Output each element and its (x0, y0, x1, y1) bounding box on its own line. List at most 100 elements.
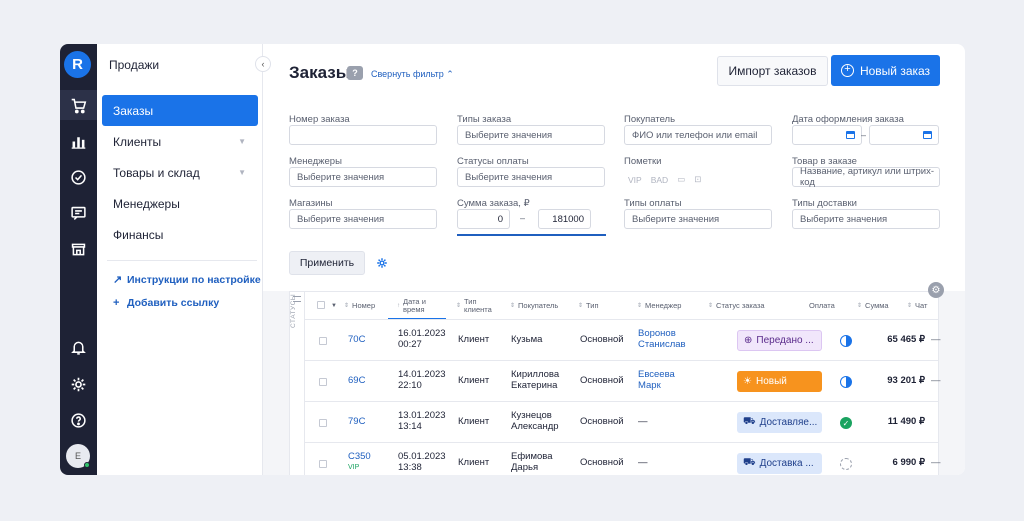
row-checkbox[interactable] (319, 460, 327, 468)
column-label: Оплата (809, 300, 835, 310)
column-date[interactable]: ↑ Дата и время (397, 292, 445, 319)
cart-icon[interactable] (60, 90, 97, 120)
column-type[interactable]: ⇕ Тип (578, 292, 599, 319)
manager-link[interactable]: Воронов Станислав (638, 328, 686, 350)
toggle-filter-link[interactable]: Свернуть фильтр ⌃ (371, 69, 454, 80)
sum-separator: – (520, 213, 526, 223)
new-order-button[interactable]: + Новый заказ (831, 55, 940, 86)
table-row[interactable]: 79C 13.01.2023 13:14 Клиент Кузнецов Алекс… (305, 401, 939, 442)
payment-partial-icon[interactable] (840, 376, 852, 388)
row-checkbox[interactable] (319, 337, 327, 345)
select-dropdown-icon[interactable]: ▼ (331, 292, 337, 319)
sort-icon: ↑ (397, 302, 400, 309)
sort-icon: ⇕ (456, 302, 462, 309)
payment-types-select[interactable]: Выберите значения (624, 209, 772, 229)
column-number[interactable]: ⇕ Номер (344, 292, 375, 319)
select-all-checkbox[interactable] (317, 301, 325, 309)
sum-min-input[interactable]: 0 (457, 209, 510, 229)
manager-empty: — (638, 457, 648, 468)
gear-icon[interactable] (60, 369, 97, 399)
order-number-link[interactable]: 69C (348, 375, 365, 386)
comment-mark-icon[interactable]: ▭ (677, 174, 685, 185)
help-icon[interactable]: ? (347, 66, 363, 80)
delivery-types-select[interactable]: Выберите значения (792, 209, 940, 229)
sidebar-item-orders[interactable]: Заказы (102, 95, 258, 126)
vip-mark-toggle[interactable]: VIP (628, 175, 642, 185)
column-sum[interactable]: ⇕ Сумма (857, 292, 889, 319)
table-settings-gear-icon[interactable]: ⚙ (928, 282, 944, 298)
help-icon[interactable] (60, 405, 97, 435)
payment-paid-icon[interactable]: ✓ (840, 417, 852, 429)
calendar-icon[interactable] (923, 131, 932, 139)
bell-icon[interactable] (60, 332, 97, 362)
order-number-link[interactable]: 70C (348, 334, 365, 345)
bad-mark-toggle[interactable]: BAD (651, 175, 668, 185)
chat-value: — (931, 457, 941, 468)
collapse-sidebar-button[interactable]: ‹ (255, 56, 271, 72)
row-checkbox[interactable] (319, 378, 327, 386)
stores-select[interactable]: Выберите значения (289, 209, 437, 229)
column-payment[interactable]: Оплата (809, 292, 835, 319)
sidebar-item-products[interactable]: Товары и склад ▼ (102, 157, 258, 188)
chart-icon[interactable] (60, 126, 97, 156)
order-type: Основной (580, 375, 624, 386)
column-label: Тип клиента (464, 296, 492, 314)
new-order-label: Новый заказ (859, 63, 931, 78)
sidebar-item-managers[interactable]: Менеджеры (102, 188, 258, 219)
payment-pending-icon[interactable] (840, 458, 852, 470)
apply-filter-button[interactable]: Применить (289, 251, 365, 275)
row-checkbox[interactable] (319, 419, 327, 427)
sum-range-slider[interactable] (457, 234, 606, 236)
sum-max-input[interactable]: 181000 (538, 209, 591, 229)
app-window: R E Продажи Заказы Клиенты ▼ Товары и ск… (60, 44, 965, 475)
sort-icon: ⇕ (578, 302, 584, 309)
manager-name: Станислав (638, 339, 686, 350)
order-types-select[interactable]: Выберите значения (457, 125, 605, 145)
check-circle-icon[interactable] (60, 162, 97, 192)
store-icon[interactable] (60, 234, 97, 264)
column-chat[interactable]: ⇕ Чат (907, 292, 927, 319)
column-status[interactable]: ⇕ Статус заказа (708, 292, 765, 319)
sidebar-item-label: Менеджеры (113, 196, 180, 211)
order-date: 13.01.2023 (398, 410, 446, 421)
link-label: Добавить ссылку (127, 297, 220, 309)
chat-icon[interactable] (60, 198, 97, 228)
customer-name: Ефимова Дарья (511, 451, 553, 473)
payment-partial-icon[interactable] (840, 335, 852, 347)
sort-icon: ⇕ (907, 302, 913, 309)
logo-icon[interactable]: R (64, 51, 91, 78)
box-mark-icon[interactable]: ⊡ (694, 174, 701, 185)
table-row[interactable]: 69C 14.01.2023 22:10 Клиент Кириллова Екат… (305, 360, 941, 401)
sidebar-item-clients[interactable]: Клиенты ▼ (102, 126, 258, 157)
table-row[interactable]: C350 VIP 05.01.2023 13:38 Клиент Ефимова Да… (305, 442, 941, 475)
manager-link[interactable]: Евсеева Марк (638, 369, 675, 391)
managers-select[interactable]: Выберите значения (289, 167, 437, 187)
setup-instructions-link[interactable]: ↗ Инструкции по настройке (113, 273, 261, 287)
status-badge[interactable]: ⛟ Доставка ... (737, 453, 822, 474)
column-client-type[interactable]: ⇕ Тип клиента (456, 292, 501, 319)
status-label: Передано ... (756, 335, 814, 346)
sidebar-item-finance[interactable]: Финансы (102, 219, 258, 250)
product-input[interactable]: Название, артикул или штрих-код (792, 166, 940, 188)
status-badge[interactable]: ☀ Новый (737, 371, 822, 392)
payment-statuses-select[interactable]: Выберите значения (457, 167, 605, 187)
status-badge[interactable]: ⛟ Доставляе... (737, 412, 822, 433)
column-manager[interactable]: ⇕ Менеджер (637, 292, 681, 319)
table-row[interactable]: 70C 16.01.2023 00:27 Клиент Кузьма Основн… (305, 319, 941, 360)
column-customer[interactable]: ⇕ Покупатель (510, 292, 558, 319)
order-number-link[interactable]: 79C (348, 416, 365, 427)
manager-name: Евсеева (638, 369, 675, 380)
status-badge[interactable]: ⊕ Передано ... (737, 330, 822, 351)
order-number-link[interactable]: C350 VIP (348, 451, 371, 473)
filter-settings-icon[interactable] (376, 257, 388, 269)
calendar-icon[interactable] (846, 131, 855, 139)
filter-label: Типы доставки (792, 198, 857, 209)
add-link-link[interactable]: + Добавить ссылку (113, 297, 219, 309)
status-label: Доставляе... (759, 417, 818, 428)
statuses-side-panel[interactable]: СТАТУСЫ (290, 292, 305, 475)
order-date: 14.01.2023 (398, 369, 446, 380)
import-orders-button[interactable]: Импорт заказов (717, 56, 828, 86)
status-label: Доставка ... (759, 458, 814, 469)
order-number-input[interactable] (289, 125, 437, 145)
customer-input[interactable]: ФИО или телефон или email (624, 125, 772, 145)
